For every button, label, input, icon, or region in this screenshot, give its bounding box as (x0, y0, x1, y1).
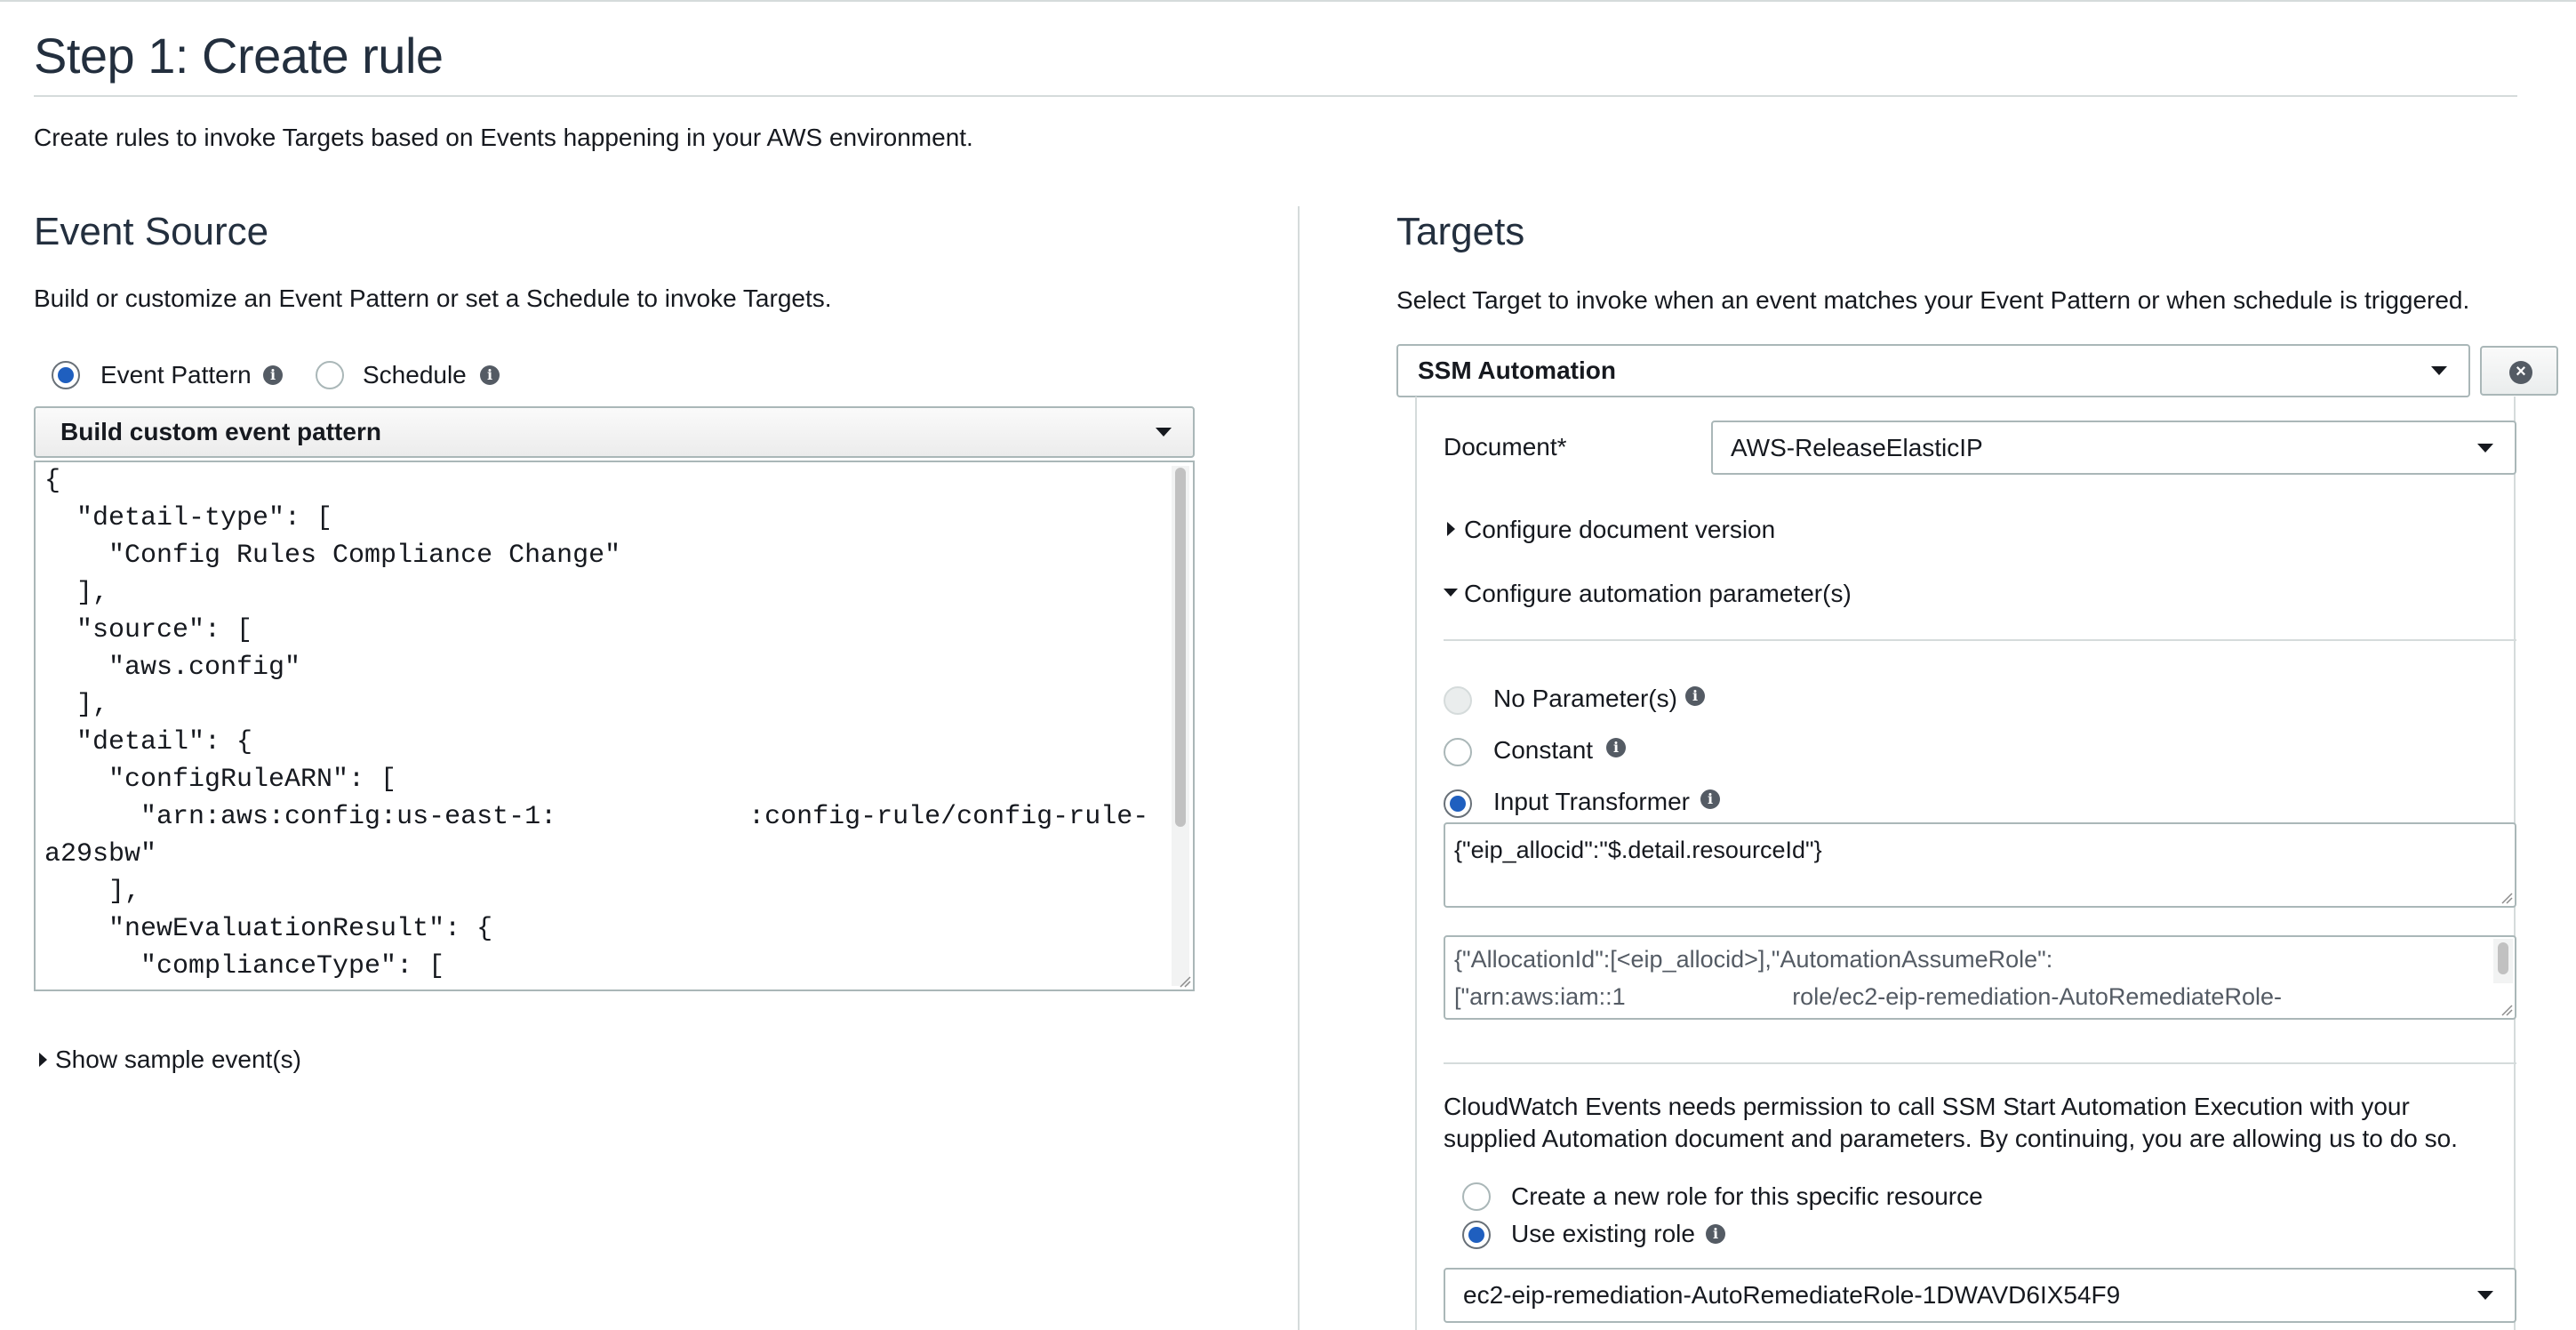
target-type-value: SSM Automation (1418, 357, 1616, 384)
input-path-value: {"eip_allocid":"$.detail.resourceId"} (1454, 837, 1822, 863)
resize-grip-icon[interactable] (2499, 890, 2513, 904)
chevron-down-icon (1156, 428, 1172, 437)
resize-grip-icon[interactable] (2499, 1002, 2513, 1016)
existing-role-value: ec2-eip-remediation-AutoRemediateRole-1D… (1463, 1281, 2121, 1309)
remove-target-button[interactable]: × (2480, 346, 2558, 396)
params-divider (1444, 639, 2516, 641)
template-scrollbar-thumb[interactable] (2498, 942, 2508, 974)
chevron-down-icon (2477, 1291, 2493, 1300)
create-new-role-radio[interactable] (1462, 1182, 1491, 1211)
create-new-role-label[interactable]: Create a new role for this specific reso… (1511, 1182, 1983, 1211)
input-template-line: {"AllocationId":[<eip_allocid>],"Automat… (1454, 946, 2053, 973)
event-pattern-line: ], (44, 690, 109, 720)
page-description: Create rules to invoke Targets based on … (34, 124, 973, 151)
no-parameters-radio[interactable] (1444, 686, 1472, 715)
use-existing-role-radio[interactable] (1462, 1221, 1491, 1249)
constant-label[interactable]: Constant (1493, 736, 1593, 765)
schedule-radio[interactable] (316, 361, 344, 389)
info-icon[interactable]: i (1606, 738, 1626, 757)
event-source-description: Build or customize an Event Pattern or s… (34, 284, 832, 312)
page-title: Step 1: Create rule (34, 28, 444, 84)
title-divider (34, 95, 2517, 97)
event-pattern-select-value: Build custom event pattern (60, 418, 381, 445)
event-pattern-line: ], (44, 578, 109, 608)
event-pattern-line: "detail": { (44, 727, 253, 757)
event-pattern-select[interactable]: Build custom event pattern (34, 406, 1195, 458)
targets-description: Select Target to invoke when an event ma… (1396, 286, 2470, 314)
info-icon[interactable]: i (263, 365, 283, 385)
configure-document-version-toggle[interactable]: Configure document version (1464, 516, 1775, 544)
document-select[interactable]: AWS-ReleaseElasticIP (1711, 421, 2516, 475)
event-source-title: Event Source (34, 210, 269, 253)
document-select-value: AWS-ReleaseElasticIP (1731, 433, 1983, 461)
input-path-textarea[interactable]: {"eip_allocid":"$.detail.resourceId"} (1444, 822, 2516, 908)
constant-radio[interactable] (1444, 738, 1472, 766)
event-pattern-line: "arn:aws:config:us-east-1: :config-rule/… (44, 802, 1149, 832)
event-pattern-radio[interactable] (52, 361, 80, 389)
triangle-right-icon (39, 1053, 47, 1067)
show-sample-events-link[interactable]: Show sample event(s) (55, 1046, 301, 1074)
permission-divider (1444, 1062, 2516, 1064)
close-circle-icon: × (2509, 361, 2532, 384)
input-transformer-label[interactable]: Input Transformer (1493, 788, 1690, 816)
column-divider (1298, 206, 1300, 1330)
event-pattern-line: "aws.config" (44, 653, 301, 683)
targets-title: Targets (1396, 210, 1525, 253)
info-icon[interactable]: i (1706, 1224, 1725, 1244)
editor-scrollbar-thumb[interactable] (1175, 468, 1186, 827)
event-pattern-line: "complianceType": [ (44, 951, 445, 981)
event-pattern-line: "source": [ (44, 615, 253, 645)
input-template-textarea[interactable]: {"AllocationId":[<eip_allocid>],"Automat… (1444, 935, 2516, 1020)
existing-role-select[interactable]: ec2-eip-remediation-AutoRemediateRole-1D… (1444, 1268, 2516, 1323)
permission-text-line2: supplied Automation document and paramet… (1444, 1125, 2458, 1152)
no-parameters-label[interactable]: No Parameter(s) (1493, 685, 1677, 713)
editor-scrollbar[interactable] (1172, 466, 1189, 986)
info-icon[interactable]: i (1685, 686, 1705, 706)
chevron-down-icon (2477, 443, 2493, 453)
triangle-right-icon (1447, 522, 1455, 536)
triangle-down-icon (1444, 589, 1458, 597)
event-pattern-label[interactable]: Event Pattern (100, 361, 252, 389)
template-scrollbar[interactable] (2493, 939, 2513, 983)
event-pattern-line: "configRuleARN": [ (44, 765, 397, 795)
schedule-label[interactable]: Schedule (363, 361, 467, 389)
top-border (0, 0, 2576, 2)
input-transformer-radio[interactable] (1444, 789, 1472, 818)
input-template-line: ["arn:aws:iam::1 role/ec2-eip-remediatio… (1454, 983, 2282, 1010)
target-type-select[interactable]: SSM Automation (1396, 344, 2470, 397)
event-pattern-line: "Config Rules Compliance Change" (44, 541, 621, 571)
configure-automation-params-toggle[interactable]: Configure automation parameter(s) (1464, 580, 1852, 608)
info-icon[interactable]: i (1700, 789, 1720, 809)
permission-text-line1: CloudWatch Events needs permission to ca… (1444, 1093, 2410, 1120)
info-icon[interactable]: i (480, 365, 500, 385)
chevron-down-icon (2431, 366, 2447, 375)
event-pattern-line: { (44, 466, 61, 496)
document-label: Document* (1444, 433, 1567, 461)
event-pattern-line: a29sbw" (44, 839, 157, 869)
event-pattern-line: "detail-type": [ (44, 503, 333, 533)
event-pattern-editor[interactable]: { "detail-type": [ "Config Rules Complia… (34, 461, 1195, 991)
resize-grip-icon[interactable] (1177, 973, 1191, 988)
event-pattern-line: "newEvaluationResult": { (44, 914, 493, 944)
event-pattern-line: ], (44, 877, 141, 907)
use-existing-role-label[interactable]: Use existing role (1511, 1220, 1695, 1248)
